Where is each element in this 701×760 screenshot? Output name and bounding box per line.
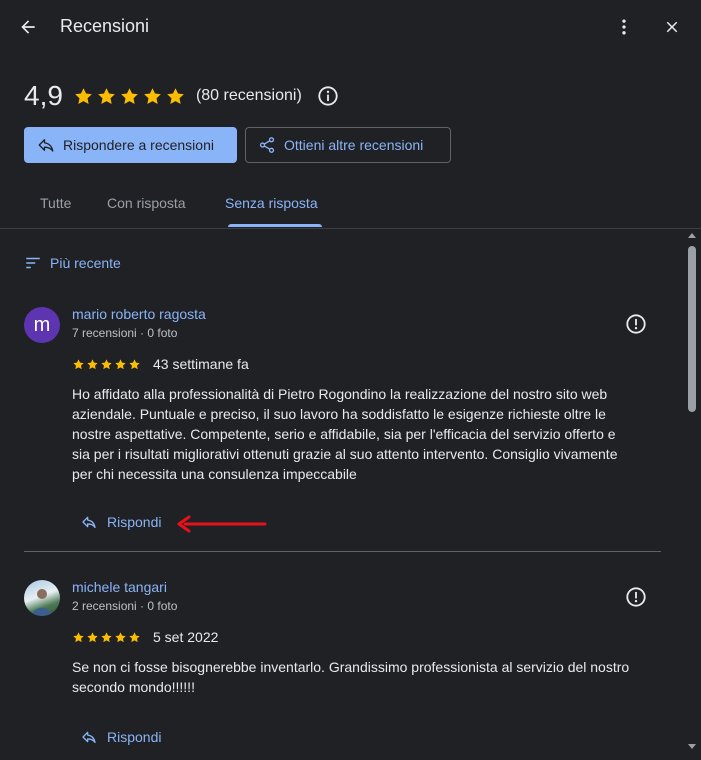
star-icon [75,87,92,104]
reviewer-meta: 2 recensioni · 0 foto [72,599,178,613]
reply-button[interactable]: Rispondi [81,727,161,747]
tab-unanswered[interactable]: Senza risposta [225,180,318,226]
reply-label: Rispondi [107,729,162,745]
rating-summary: 4,9 (80 recensioni) [24,78,340,114]
review-rating: 43 settimane fa [72,355,249,373]
review-text: Se non ci fosse bisognerebbe inventarlo.… [72,659,630,695]
share-icon [258,136,276,154]
review-tabs: Tutte Con risposta Senza risposta [0,180,701,229]
report-icon [626,587,646,607]
report-review-button[interactable] [624,585,648,609]
star-icon [98,87,115,104]
active-tab-indicator [228,224,322,227]
reply-label: Rispondi [107,514,162,530]
star-icon [101,631,112,642]
info-icon[interactable] [316,84,340,108]
scroll-down-arrow[interactable] [688,744,696,749]
star-icon [87,358,98,369]
star-icon [129,358,140,369]
star-icon [87,631,98,642]
star-icon [115,631,126,642]
get-more-reviews-label: Ottieni altre recensioni [284,137,424,153]
scrollbar-thumb[interactable] [688,246,696,412]
avatar[interactable]: m [24,307,60,343]
tab-answered[interactable]: Con risposta [107,180,186,226]
close-icon [666,21,678,33]
avatar[interactable] [24,580,60,616]
reviews-list[interactable]: Più recente m mario roberto ragosta 7 re… [0,229,701,760]
review-count: (80 recensioni) [195,87,302,104]
report-review-button[interactable] [624,312,648,336]
review-text: Ho affidato alla professionalità di Piet… [72,386,618,482]
reply-icon [37,136,55,154]
user-photo-icon [32,589,52,616]
scrollbar[interactable] [684,229,700,760]
rating-value: 4,9 [24,80,63,111]
report-icon [626,314,646,334]
scroll-up-arrow[interactable] [688,233,696,238]
reply-icon [81,729,97,745]
reply-icon [81,514,97,530]
star-icon [144,87,161,104]
more-vert-icon [622,19,626,35]
reply-to-reviews-label: Rispondere a recensioni [63,137,214,153]
star-icon [129,631,140,642]
annotation-arrow-icon [177,515,267,533]
star-icon [167,87,184,104]
back-button[interactable] [12,11,44,43]
page-title: Recensioni [60,16,150,36]
reply-button[interactable]: Rispondi [81,512,161,532]
star-icon [101,358,112,369]
rating-stars [73,86,186,107]
reviewer-meta: 7 recensioni · 0 foto [72,326,178,340]
star-icon [115,358,126,369]
review-stars [72,631,141,644]
sort-icon [24,254,42,272]
more-options-button[interactable] [608,11,640,43]
back-arrow-icon [21,20,35,34]
review-date: 5 set 2022 [153,629,219,645]
tab-all[interactable]: Tutte [40,180,71,226]
top-bar: Recensioni [0,0,701,56]
review-stars [72,358,141,371]
reviews-panel: Recensioni 4,9 (80 recensioni) Risponder… [0,0,701,760]
reply-to-reviews-button[interactable]: Rispondere a recensioni [24,127,237,163]
sort-button[interactable]: Più recente [24,253,121,273]
star-icon [73,358,84,369]
close-button[interactable] [656,11,688,43]
star-icon [121,87,138,104]
reviewer-name[interactable]: mario roberto ragosta [72,306,206,322]
review-divider [24,551,661,552]
get-more-reviews-button[interactable]: Ottieni altre recensioni [245,127,451,163]
star-icon [73,631,84,642]
sort-label: Più recente [50,255,121,271]
review-rating: 5 set 2022 [72,628,218,646]
review-date: 43 settimane fa [153,356,249,372]
reviewer-name[interactable]: michele tangari [72,579,167,595]
